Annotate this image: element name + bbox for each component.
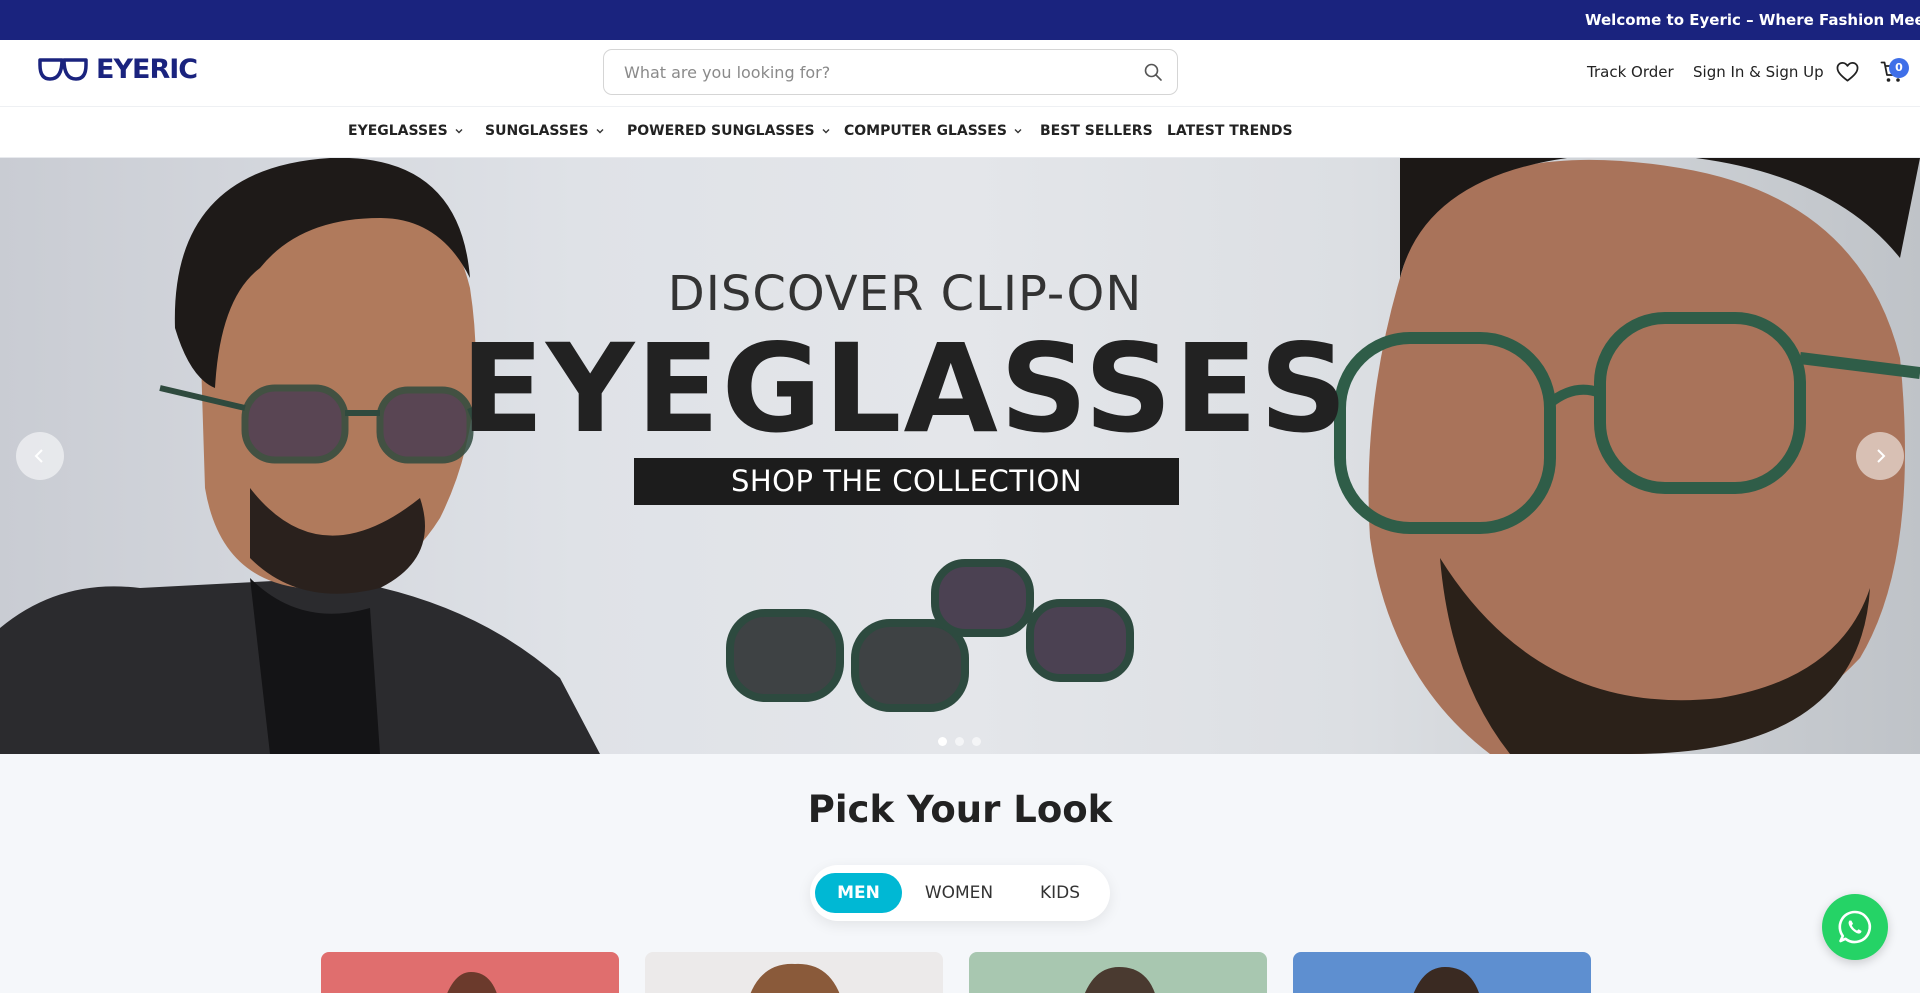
- whatsapp-icon: [1838, 910, 1872, 944]
- eyeglasses-logo-icon: [38, 57, 88, 81]
- product-card[interactable]: [321, 952, 619, 993]
- track-order-link[interactable]: Track Order: [1587, 63, 1674, 81]
- carousel-dot[interactable]: [972, 737, 981, 746]
- carousel-dot[interactable]: [938, 737, 947, 746]
- nav-item-label: COMPUTER GLASSES: [844, 123, 1007, 139]
- nav-item-label: EYEGLASSES: [348, 123, 448, 139]
- announcement-text: Welcome to Eyeric – Where Fashion Meets …: [1585, 11, 1920, 29]
- product-card-image: [447, 972, 497, 993]
- product-card[interactable]: [969, 952, 1267, 993]
- section-title: Pick Your Look: [807, 788, 1113, 831]
- site-header: EYERIC Track Order Sign In & Sign Up: [0, 40, 1920, 106]
- chevron-down-icon: [455, 129, 463, 134]
- product-card[interactable]: [645, 952, 943, 993]
- shop-collection-button[interactable]: SHOP THE COLLECTION: [634, 458, 1179, 505]
- product-card-image: [750, 963, 840, 993]
- brand-name: EYERIC: [96, 54, 198, 85]
- nav-item-best-sellers[interactable]: BEST SELLERS: [1040, 123, 1153, 139]
- nav-item-powered-sunglasses[interactable]: POWERED SUNGLASSES: [627, 123, 831, 139]
- nav-item-label: LATEST TRENDS: [1167, 123, 1293, 139]
- tab-kids[interactable]: KIDS: [1015, 873, 1105, 913]
- search-icon[interactable]: [1143, 62, 1163, 86]
- carousel-dot[interactable]: [955, 737, 964, 746]
- carousel-prev-button[interactable]: [16, 432, 64, 480]
- nav-item-label: SUNGLASSES: [485, 123, 589, 139]
- chevron-down-icon: [596, 129, 604, 134]
- heart-icon[interactable]: [1836, 61, 1859, 87]
- chevron-down-icon: [1014, 129, 1022, 134]
- product-cards-row: [0, 952, 1920, 993]
- gender-tabs: MEN WOMEN KIDS: [810, 865, 1110, 921]
- nav-item-label: BEST SELLERS: [1040, 123, 1153, 139]
- product-card-image: [1413, 967, 1479, 993]
- chevron-down-icon: [822, 129, 830, 134]
- main-nav: EYEGLASSES SUNGLASSES POWERED SUNGLASSES…: [0, 106, 1920, 158]
- search-box: [603, 49, 1178, 95]
- search-input[interactable]: [624, 60, 1124, 84]
- cart-count-badge: 0: [1889, 58, 1909, 78]
- nav-item-label: POWERED SUNGLASSES: [627, 123, 815, 139]
- nav-item-eyeglasses[interactable]: EYEGLASSES: [348, 123, 464, 139]
- announcement-bar: Welcome to Eyeric – Where Fashion Meets …: [0, 0, 1920, 40]
- whatsapp-chat-button[interactable]: [1822, 894, 1888, 960]
- nav-item-computer-glasses[interactable]: COMPUTER GLASSES: [844, 123, 1023, 139]
- sign-in-link[interactable]: Sign In & Sign Up: [1693, 63, 1824, 81]
- tab-men[interactable]: MEN: [815, 873, 902, 913]
- nav-item-latest-trends[interactable]: LATEST TRENDS: [1167, 123, 1293, 139]
- brand-logo[interactable]: EYERIC: [38, 54, 198, 85]
- carousel-dots: [938, 737, 981, 746]
- product-card[interactable]: [1293, 952, 1591, 993]
- nav-item-sunglasses[interactable]: SUNGLASSES: [485, 123, 605, 139]
- product-card-image: [1085, 967, 1155, 993]
- hero-subtitle: DISCOVER CLIP-ON: [667, 266, 1143, 322]
- hero-title: EYEGLASSES: [460, 318, 1350, 460]
- clip-on-glasses-image: [726, 559, 1134, 712]
- chevron-right-icon: [1877, 449, 1886, 463]
- hero-banner[interactable]: DISCOVER CLIP-ON EYEGLASSES SHOP THE COL…: [0, 158, 1920, 754]
- carousel-next-button[interactable]: [1856, 432, 1904, 480]
- chevron-left-icon: [34, 449, 43, 463]
- tab-women[interactable]: WOMEN: [910, 873, 1008, 913]
